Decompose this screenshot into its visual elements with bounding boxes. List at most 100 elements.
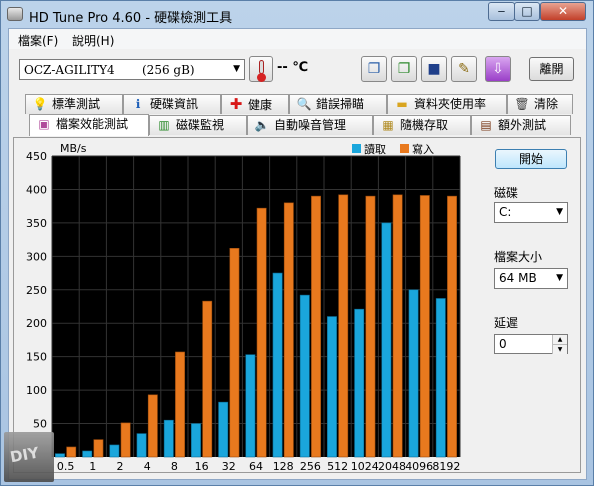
- bar-write: [175, 351, 185, 458]
- exit-button[interactable]: 離開: [529, 57, 574, 81]
- bar-write: [120, 422, 131, 458]
- bar-read: [435, 298, 446, 458]
- bar-read: [272, 272, 283, 458]
- menu-help[interactable]: 說明(H): [72, 32, 114, 49]
- tab-disk-monitor[interactable]: ▥ 磁碟監視: [149, 115, 247, 135]
- filesize-select[interactable]: 64 MB ▼: [494, 268, 568, 289]
- app-window: HD Tune Pro 4.60 - 硬碟檢測工具 ‒ □ ✕ 檔案(F) 說明…: [0, 0, 594, 486]
- bar-read: [408, 289, 419, 458]
- menu-file[interactable]: 檔案(F): [18, 32, 58, 49]
- extra-tests-icon: ▤: [480, 118, 492, 132]
- y-tick-label: 250: [26, 284, 47, 297]
- maximize-button[interactable]: □: [514, 2, 540, 21]
- tab-extra-tests[interactable]: ▤ 額外測試: [471, 115, 571, 135]
- watermark-text: DIY: [8, 443, 41, 467]
- tab-file-benchmark[interactable]: ▣ 檔案效能測試: [29, 114, 149, 136]
- close-button[interactable]: ✕: [540, 2, 586, 21]
- bar-write: [66, 446, 77, 458]
- thermometer-icon: [257, 60, 266, 82]
- x-tick-label: 1024: [351, 460, 379, 472]
- speaker-icon: 🔈: [254, 118, 270, 132]
- tab-noise-management[interactable]: 🔈 自動噪音管理: [247, 115, 373, 135]
- y-tick-label: 200: [26, 317, 47, 330]
- bar-read: [218, 401, 229, 458]
- legend-swatch-write: [400, 144, 409, 153]
- x-tick-label: 4: [144, 460, 151, 472]
- tab-benchmark[interactable]: 💡 標準測試: [25, 94, 123, 114]
- disk-select[interactable]: C: ▼: [494, 202, 568, 223]
- tab-error-scan[interactable]: 🔍 錯誤掃瞄: [289, 94, 387, 114]
- save-button[interactable]: ■: [421, 56, 447, 82]
- options-button[interactable]: ✎: [451, 56, 477, 82]
- bar-write: [283, 202, 294, 458]
- delay-label: 延遲: [494, 316, 519, 330]
- spin-down-icon[interactable]: ▼: [552, 344, 567, 354]
- tab-erase[interactable]: 🗑 清除: [507, 94, 573, 114]
- copy-icon: ❐: [367, 61, 381, 77]
- tab-random-access[interactable]: ▦ 隨機存取: [373, 115, 471, 135]
- x-tick-label: 2: [117, 460, 124, 472]
- drive-name: OCZ-AGILITY4: [24, 63, 115, 77]
- monitor-chart-icon: ▥: [158, 118, 170, 132]
- y-tick-label: 350: [26, 217, 47, 230]
- copy-chart-button[interactable]: ❐: [391, 56, 417, 82]
- disk-value: C:: [499, 205, 512, 219]
- temperature-button[interactable]: [249, 56, 273, 82]
- transfer-chart: 50 100 150 200 250 300 350 400 450 MB/s 0.5 1 2 4 8 16 3…: [26, 142, 461, 472]
- file-benchmark-panel: 50 100 150 200 250 300 350 400 450 MB/s 0.5 1 2 4 8 16 3…: [13, 137, 581, 473]
- bar-write: [419, 195, 430, 458]
- x-tick-label: 32: [222, 460, 236, 472]
- drive-size: (256 gB): [142, 63, 195, 77]
- x-tick-label: 16: [195, 460, 209, 472]
- tab-info[interactable]: ℹ 硬碟資訊: [123, 94, 221, 114]
- y-axis-label: MB/s: [60, 142, 87, 155]
- chevron-down-icon: ▼: [556, 273, 563, 283]
- bar-write: [447, 195, 457, 458]
- delay-value: 0: [499, 337, 507, 351]
- copy-info-button[interactable]: ❐: [361, 56, 387, 82]
- bar-read: [327, 316, 337, 458]
- folder-icon: ▬: [396, 97, 408, 111]
- delay-spinner[interactable]: 0 ▲ ▼: [494, 334, 568, 354]
- drive-select[interactable]: OCZ-AGILITY4 (256 gB) ▼: [19, 59, 245, 80]
- bar-read: [136, 433, 147, 458]
- bulb-icon: 💡: [32, 97, 48, 111]
- tab-health[interactable]: ✚ 健康: [221, 94, 289, 114]
- tab-folder-usage[interactable]: ▬ 資料夾使用率: [387, 94, 507, 114]
- temperature-readout: -- ℃: [277, 60, 309, 75]
- y-tick-label: 400: [26, 183, 47, 196]
- health-cross-icon: ✚: [229, 95, 243, 113]
- bar-write: [202, 300, 213, 458]
- floppy-icon: ■: [427, 61, 441, 77]
- disk-label: 磁碟: [494, 186, 519, 200]
- x-tick-label: 256: [300, 460, 321, 472]
- download-arrow-icon: ⇩: [492, 61, 504, 77]
- menu-bar: 檔案(F) 說明(H): [9, 29, 586, 49]
- legend-label-read: 讀取: [364, 142, 386, 156]
- x-tick-label: 512: [327, 460, 348, 472]
- download-button[interactable]: ⇩: [485, 56, 511, 82]
- bar-write: [147, 394, 158, 458]
- start-button[interactable]: 開始: [495, 149, 567, 169]
- legend-swatch-read: [352, 144, 361, 153]
- x-tick-label: 8192: [432, 460, 460, 472]
- bar-read: [299, 294, 310, 458]
- spin-up-icon[interactable]: ▲: [552, 335, 567, 344]
- x-tick-label: 4096: [405, 460, 433, 472]
- bar-read: [109, 444, 120, 458]
- x-tick-label: 0.5: [57, 460, 75, 472]
- watermark-logo: DIY: [4, 432, 54, 482]
- file-benchmark-icon: ▣: [38, 117, 50, 131]
- title-bar[interactable]: HD Tune Pro 4.60 - 硬碟檢測工具 ‒ □ ✕: [1, 1, 593, 28]
- bar-read: [191, 423, 201, 458]
- x-tick-label: 128: [273, 460, 294, 472]
- y-tick-label: 300: [26, 250, 47, 263]
- bar-read: [163, 419, 174, 458]
- minimize-button[interactable]: ‒: [488, 2, 515, 21]
- bar-read: [82, 450, 93, 458]
- app-icon: [7, 7, 23, 21]
- legend-label-write: 寫入: [412, 142, 434, 156]
- bar-read: [55, 453, 65, 458]
- filesize-value: 64 MB: [499, 271, 537, 285]
- bar-write: [229, 248, 240, 458]
